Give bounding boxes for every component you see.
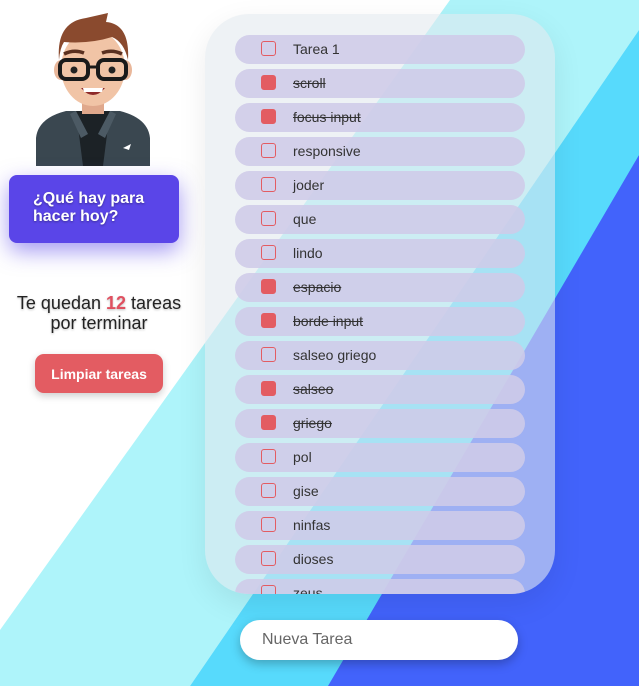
task-item[interactable]: borde input: [235, 307, 525, 336]
task-item[interactable]: scroll: [235, 69, 525, 98]
task-label: salseo griego: [293, 347, 377, 363]
task-item[interactable]: salseo griego: [235, 341, 525, 370]
remaining-suffix: tareas: [131, 293, 182, 313]
task-item[interactable]: lindo: [235, 239, 525, 268]
task-label: responsive: [293, 143, 361, 159]
task-checkbox[interactable]: [261, 517, 276, 532]
task-label: pol: [293, 449, 312, 465]
task-checkbox[interactable]: [261, 177, 276, 192]
task-item[interactable]: que: [235, 205, 525, 234]
task-item[interactable]: salseo: [235, 375, 525, 404]
task-checkbox[interactable]: [261, 75, 276, 90]
task-checkbox[interactable]: [261, 551, 276, 566]
task-checkbox[interactable]: [261, 313, 276, 328]
task-panel[interactable]: Tarea 1 scroll focus input responsive joder q…: [205, 14, 555, 594]
task-checkbox[interactable]: [261, 109, 276, 124]
task-checkbox[interactable]: [261, 211, 276, 226]
clear-tasks-button[interactable]: Limpiar tareas: [35, 354, 163, 393]
new-task-input[interactable]: [240, 620, 518, 660]
task-label: espacio: [293, 279, 342, 295]
task-checkbox[interactable]: [261, 347, 276, 362]
task-item[interactable]: gise: [235, 477, 525, 506]
task-label: lindo: [293, 245, 323, 261]
task-checkbox[interactable]: [261, 279, 276, 294]
task-item[interactable]: griego: [235, 409, 525, 438]
task-item[interactable]: responsive: [235, 137, 525, 166]
task-label: focus input: [293, 109, 361, 125]
task-label: griego: [293, 415, 332, 431]
task-item[interactable]: pol: [235, 443, 525, 472]
task-checkbox[interactable]: [261, 415, 276, 430]
remaining-line-2: por terminar: [50, 313, 148, 333]
task-checkbox[interactable]: [261, 41, 276, 56]
task-list: Tarea 1 scroll focus input responsive joder q…: [235, 35, 525, 594]
remaining-count: 12: [106, 293, 127, 313]
task-checkbox[interactable]: [261, 483, 276, 498]
task-label: ninfas: [293, 517, 331, 533]
prompt-line-2: hacer hoy?: [33, 208, 119, 225]
task-label: scroll: [293, 75, 326, 91]
task-item[interactable]: Tarea 1: [235, 35, 525, 64]
task-checkbox[interactable]: [261, 449, 276, 464]
task-item[interactable]: ninfas: [235, 511, 525, 540]
task-checkbox[interactable]: [261, 381, 276, 396]
task-checkbox[interactable]: [261, 585, 276, 594]
task-checkbox[interactable]: [261, 143, 276, 158]
task-label: que: [293, 211, 317, 227]
prompt-box: ¿Qué hay para hacer hoy?: [9, 175, 179, 243]
task-label: Tarea 1: [293, 41, 340, 57]
task-label: gise: [293, 483, 319, 499]
avatar: [36, 13, 150, 166]
task-item[interactable]: focus input: [235, 103, 525, 132]
remaining-tasks-text: Te quedan 12 tareas por terminar: [0, 293, 198, 333]
task-checkbox[interactable]: [261, 245, 276, 260]
task-item[interactable]: dioses: [235, 545, 525, 574]
prompt-line-1: ¿Qué hay para: [33, 190, 145, 207]
task-label: zeus: [293, 585, 323, 594]
task-item[interactable]: zeus: [235, 579, 525, 594]
task-label: dioses: [293, 551, 334, 567]
remaining-prefix: Te quedan: [16, 293, 101, 313]
task-label: salseo: [293, 381, 334, 397]
task-label: joder: [293, 177, 325, 193]
task-item[interactable]: joder: [235, 171, 525, 200]
task-label: borde input: [293, 313, 364, 329]
task-item[interactable]: espacio: [235, 273, 525, 302]
